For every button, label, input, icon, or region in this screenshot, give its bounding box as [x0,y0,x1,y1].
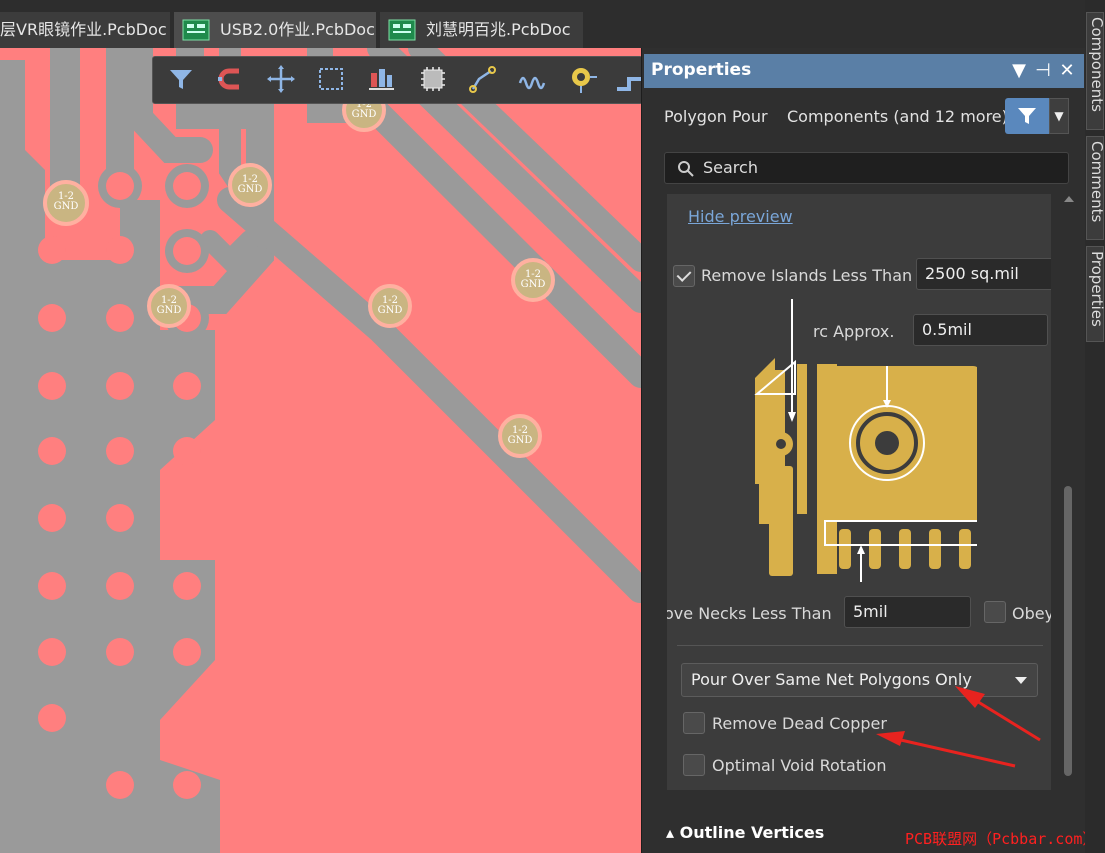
obey-checkbox[interactable] [984,601,1006,623]
component-tool-button[interactable] [415,61,451,97]
pin-icon[interactable]: ⊣ [1032,58,1054,84]
tab-label: 层VR眼镜作业.PcbDoc [0,20,167,39]
polygon-settings-section: Hide preview Remove Islands Less Than 25… [667,194,1051,790]
tune-icon [518,76,546,90]
remove-islands-checkbox[interactable] [673,265,695,287]
filter-icon [1018,108,1036,124]
pad-name-label: GND [520,279,546,290]
filter-icon [170,70,192,89]
pcb-layout [0,48,641,853]
watermark-text: PCB联盟网（Pcbbar.com） [905,830,1098,848]
side-tab-label: Comments [1088,141,1105,223]
remove-dead-copper-checkbox[interactable] [683,712,705,734]
panel-header: Properties ▼ ⊣ ✕ [644,54,1084,88]
tab-100m[interactable]: 刘慧明百兆.PcbDoc [380,12,583,48]
properties-panel: Properties ▼ ⊣ ✕ Polygon Pour Components… [641,48,1097,853]
align-icon [369,69,394,90]
object-type-label: Polygon Pour [664,107,768,126]
document-tab-bar: 层VR眼镜作业.PcbDoc USB2.0作业.PcbDoc 刘慧明百兆.Pcb… [0,0,1085,48]
active-bar-toolbar [152,56,643,104]
side-tab-label: Components [1088,17,1105,112]
route-icon [469,66,496,93]
scroll-up-icon[interactable] [1064,196,1074,202]
via-tool-button[interactable] [565,61,601,97]
align-tool-button[interactable] [363,61,399,97]
polygon-preview-diagram [754,299,977,582]
pad-name-label: GND [351,109,377,120]
gnd-pad[interactable]: 1-2 GND [368,284,412,328]
component-icon [421,67,445,91]
gnd-pad[interactable]: 1-2 GND [511,258,555,302]
search-input[interactable]: Search [664,152,1069,184]
side-tab-properties[interactable]: Properties [1086,246,1105,342]
obey-label: Obey [1012,604,1051,623]
panel-menu-icon[interactable]: ▼ [1008,58,1030,84]
side-tab-label: Properties [1088,251,1105,327]
pad-name-label: GND [156,305,182,316]
section-divider [677,645,1043,646]
via-icon [572,68,597,93]
tab-label: 刘慧明百兆.PcbDoc [426,20,571,39]
tune-tool-button[interactable] [515,61,551,97]
route-tool-button[interactable] [465,61,501,97]
remove-islands-label: Remove Islands Less Than [701,266,913,285]
remove-necks-input[interactable]: 5mil [844,596,971,628]
side-tab-components[interactable]: Components [1086,12,1105,130]
search-placeholder: Search [703,158,758,177]
pad-name-label: GND [237,184,263,195]
pad-name-label: GND [377,305,403,316]
hide-preview-link[interactable]: Hide preview [688,207,793,226]
snap-tool-button[interactable] [213,61,249,97]
pcb-doc-icon [182,19,210,41]
panel-scrollbar[interactable] [1063,196,1074,776]
gnd-pad[interactable]: 1-2 GND [228,163,272,207]
side-panel-tabs: Components Comments Properties [1085,0,1105,853]
outline-vertices-label: Outline Vertices [679,823,825,842]
gnd-pad[interactable]: 1-2 GND [147,284,191,328]
gnd-pad[interactable]: 1-2 GND [498,414,542,458]
side-tab-comments[interactable]: Comments [1086,136,1105,240]
pcb-canvas[interactable]: 1-2 GND 1-2 GND 1-2 GND 1-2 GND 1-2 GND 1-2 GN… [0,48,641,853]
select-rect-icon [319,68,343,90]
remove-dead-copper-label: Remove Dead Copper [712,714,887,733]
remove-islands-input[interactable]: 2500 sq.mil [916,258,1051,290]
tab-label: USB2.0作业.PcbDoc [220,20,375,39]
pcb-doc-icon [388,19,416,41]
pad-name-label: GND [507,435,533,446]
optimal-void-checkbox[interactable] [683,754,705,776]
search-icon [678,161,694,177]
selection-filter-button[interactable] [1005,98,1049,134]
remove-necks-label: ove Necks Less Than [667,604,832,623]
tab-usb2[interactable]: USB2.0作业.PcbDoc [174,12,376,48]
move-icon [267,65,295,93]
pad-name-label: GND [53,201,79,212]
filter-dropdown-caret[interactable]: ▼ [1049,98,1069,134]
tab-vr-glasses[interactable]: 层VR眼镜作业.PcbDoc [0,12,170,48]
scroll-thumb[interactable] [1064,486,1072,776]
close-icon[interactable]: ✕ [1056,58,1078,84]
gnd-pad[interactable]: 1-2 GND [43,180,89,226]
select-tool-button[interactable] [313,61,349,97]
selection-summary[interactable]: Components (and 12 more) [787,107,1008,126]
filter-tool-button[interactable] [163,61,199,97]
magnet-icon [218,68,239,90]
outline-vertices-header[interactable]: ▴ Outline Vertices [666,823,824,842]
optimal-void-label: Optimal Void Rotation [712,756,887,775]
panel-title: Properties [651,60,752,80]
chevron-down-icon [1015,677,1027,684]
pour-over-dropdown[interactable]: Pour Over Same Net Polygons Only [681,663,1038,697]
move-tool-button[interactable] [263,61,299,97]
pour-over-value: Pour Over Same Net Polygons Only [691,670,972,689]
